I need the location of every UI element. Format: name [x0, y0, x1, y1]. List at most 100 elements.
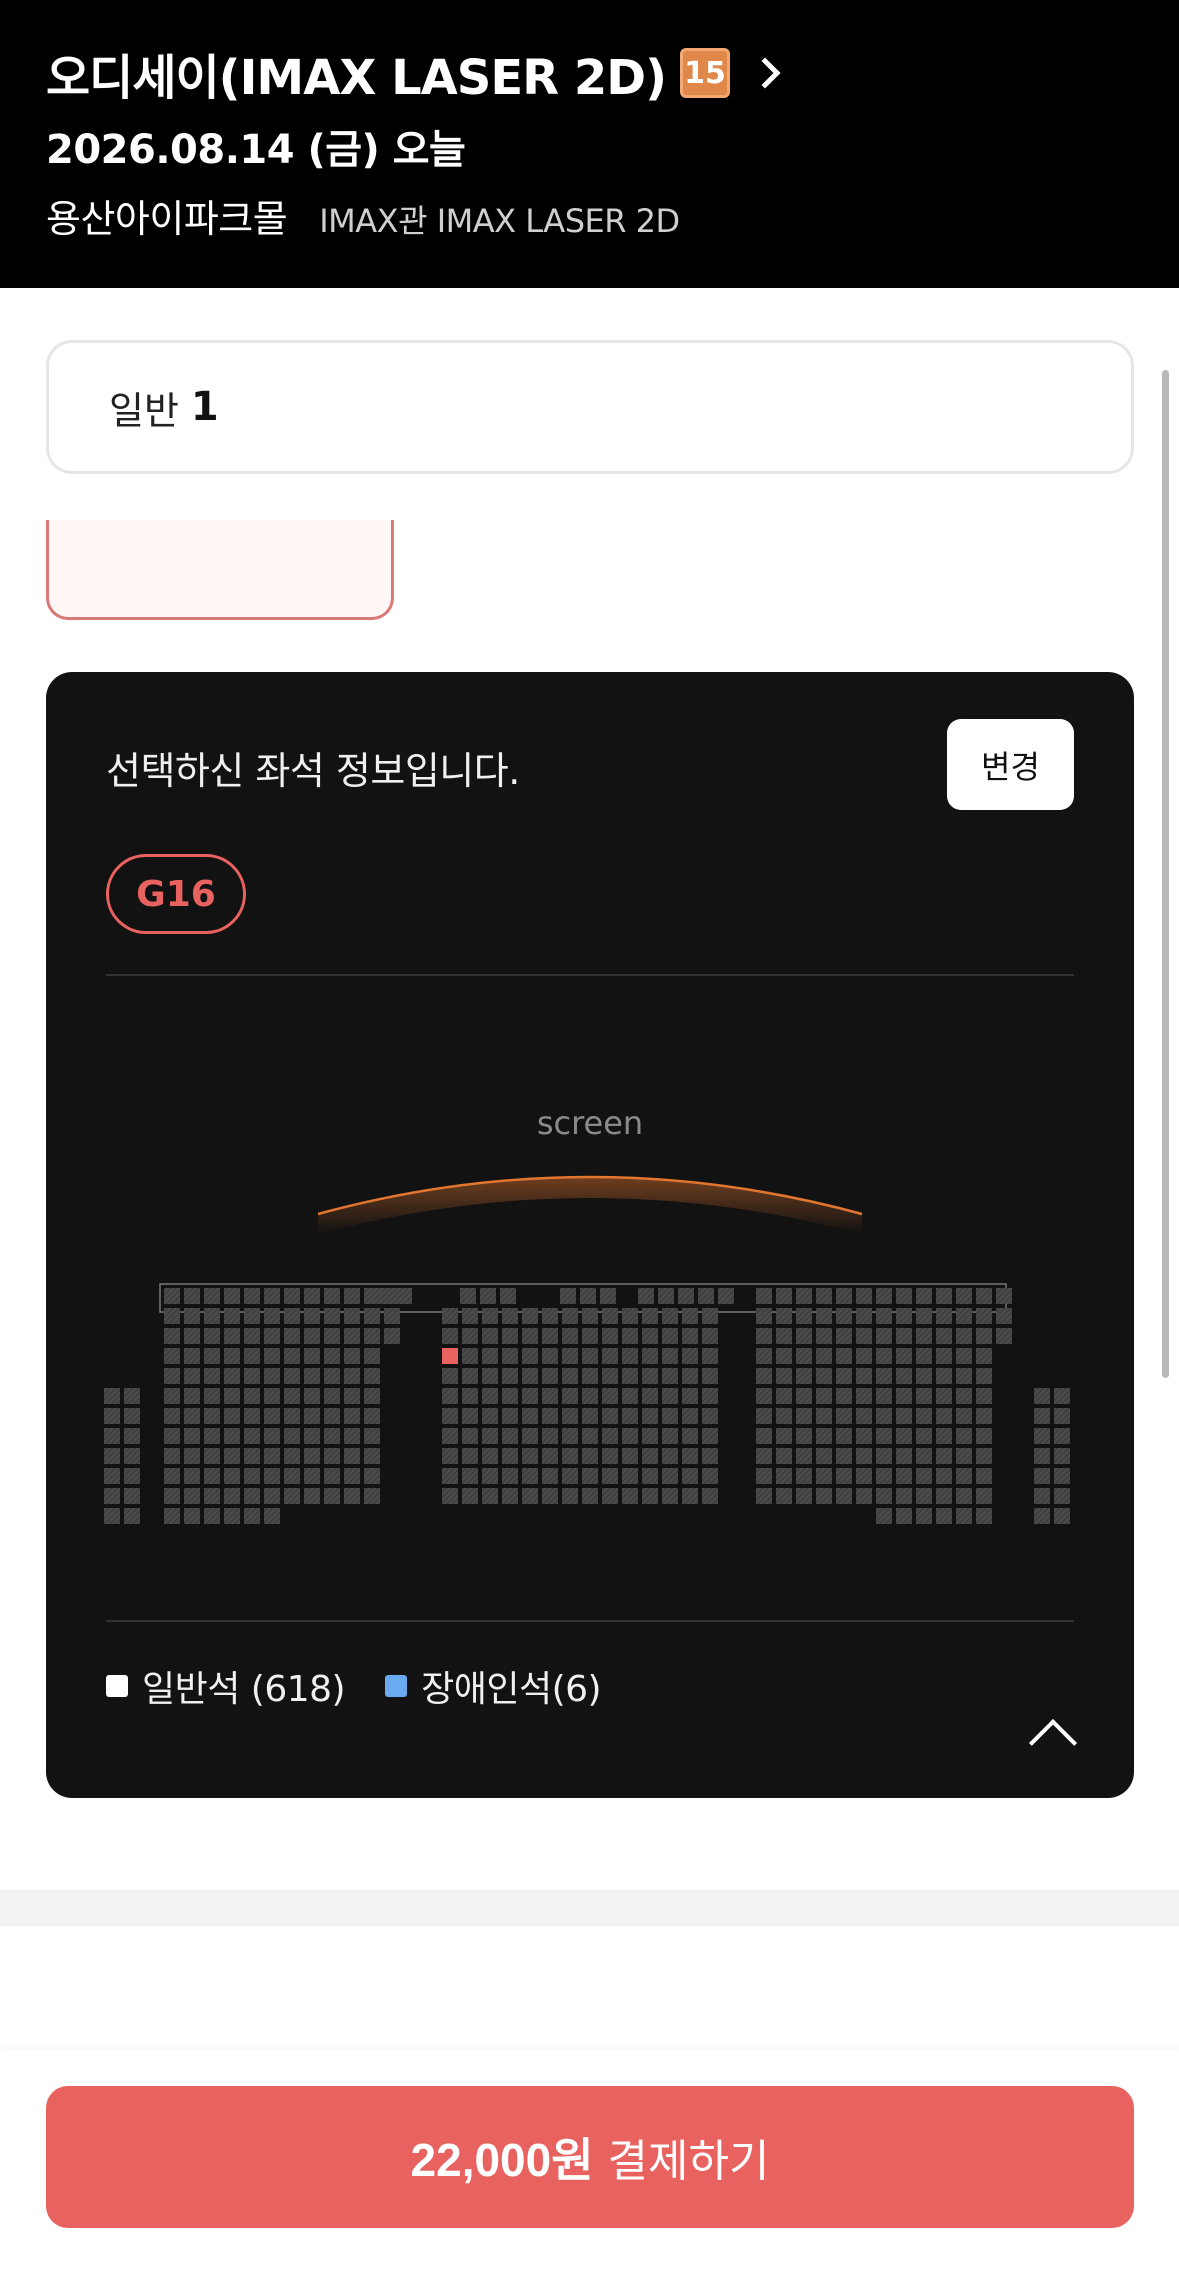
seat[interactable]	[542, 1468, 558, 1484]
seat[interactable]	[916, 1368, 932, 1384]
seat[interactable]	[542, 1368, 558, 1384]
seat[interactable]	[522, 1368, 538, 1384]
seat[interactable]	[364, 1428, 380, 1444]
seat[interactable]	[702, 1448, 718, 1464]
seat[interactable]	[244, 1508, 260, 1524]
seat[interactable]	[976, 1468, 992, 1484]
seat[interactable]	[500, 1288, 516, 1304]
seat[interactable]	[344, 1388, 360, 1404]
seat[interactable]	[284, 1448, 300, 1464]
seat[interactable]	[682, 1388, 698, 1404]
seat[interactable]	[502, 1408, 518, 1424]
seat[interactable]	[442, 1368, 458, 1384]
seat[interactable]	[324, 1408, 340, 1424]
seat[interactable]	[522, 1488, 538, 1504]
seat[interactable]	[324, 1308, 340, 1324]
seat[interactable]	[956, 1508, 972, 1524]
seat[interactable]	[836, 1328, 852, 1344]
seat[interactable]	[502, 1448, 518, 1464]
seat[interactable]	[1054, 1408, 1070, 1424]
seat[interactable]	[542, 1308, 558, 1324]
seat[interactable]	[204, 1368, 220, 1384]
seat[interactable]	[324, 1368, 340, 1384]
seat[interactable]	[284, 1408, 300, 1424]
seat[interactable]	[364, 1468, 380, 1484]
seat[interactable]	[662, 1448, 678, 1464]
seat[interactable]	[756, 1348, 772, 1364]
seat[interactable]	[244, 1388, 260, 1404]
chevron-up-icon[interactable]	[1028, 1718, 1078, 1768]
seat[interactable]	[104, 1428, 120, 1444]
seat[interactable]	[622, 1448, 638, 1464]
seat[interactable]	[442, 1468, 458, 1484]
seat[interactable]	[104, 1508, 120, 1524]
seat[interactable]	[482, 1388, 498, 1404]
seat[interactable]	[936, 1288, 952, 1304]
seat[interactable]	[776, 1408, 792, 1424]
seat[interactable]	[502, 1388, 518, 1404]
seat[interactable]	[796, 1408, 812, 1424]
seat[interactable]	[600, 1288, 616, 1304]
seat[interactable]	[776, 1328, 792, 1344]
seat[interactable]	[204, 1408, 220, 1424]
seat[interactable]	[662, 1408, 678, 1424]
seat[interactable]	[542, 1348, 558, 1364]
seat[interactable]	[856, 1468, 872, 1484]
seat[interactable]	[164, 1288, 180, 1304]
seat[interactable]	[304, 1308, 320, 1324]
seat[interactable]	[184, 1368, 200, 1384]
seat[interactable]	[522, 1388, 538, 1404]
seat[interactable]	[224, 1328, 240, 1344]
seat[interactable]	[482, 1308, 498, 1324]
seat[interactable]	[876, 1488, 892, 1504]
seat[interactable]	[936, 1508, 952, 1524]
seat[interactable]	[796, 1448, 812, 1464]
seat[interactable]	[876, 1508, 892, 1524]
seat[interactable]	[376, 1288, 392, 1304]
seat[interactable]	[956, 1408, 972, 1424]
seat[interactable]	[976, 1448, 992, 1464]
seat[interactable]	[482, 1348, 498, 1364]
seat[interactable]	[244, 1488, 260, 1504]
seat[interactable]	[896, 1368, 912, 1384]
seat[interactable]	[204, 1288, 220, 1304]
seat[interactable]	[562, 1328, 578, 1344]
seat[interactable]	[936, 1328, 952, 1344]
seat[interactable]	[582, 1348, 598, 1364]
seat[interactable]	[582, 1468, 598, 1484]
seat[interactable]	[702, 1468, 718, 1484]
seat[interactable]	[244, 1368, 260, 1384]
seat[interactable]	[816, 1388, 832, 1404]
seat[interactable]	[164, 1508, 180, 1524]
seat[interactable]	[836, 1308, 852, 1324]
seat[interactable]	[582, 1388, 598, 1404]
seat[interactable]	[602, 1468, 618, 1484]
seat[interactable]	[124, 1388, 140, 1404]
seat[interactable]	[204, 1428, 220, 1444]
seat[interactable]	[204, 1348, 220, 1364]
seat[interactable]	[384, 1308, 400, 1324]
seat[interactable]	[622, 1388, 638, 1404]
seat[interactable]	[304, 1348, 320, 1364]
seat[interactable]	[124, 1488, 140, 1504]
seat[interactable]	[956, 1448, 972, 1464]
seat[interactable]	[642, 1328, 658, 1344]
seat[interactable]	[836, 1348, 852, 1364]
seat[interactable]	[184, 1428, 200, 1444]
seat[interactable]	[184, 1408, 200, 1424]
seat[interactable]	[856, 1388, 872, 1404]
seat[interactable]	[896, 1468, 912, 1484]
seat[interactable]	[284, 1388, 300, 1404]
seat[interactable]	[204, 1328, 220, 1344]
seat[interactable]	[502, 1328, 518, 1344]
seat[interactable]	[442, 1408, 458, 1424]
seat[interactable]	[442, 1488, 458, 1504]
seat[interactable]	[344, 1368, 360, 1384]
seat[interactable]	[304, 1468, 320, 1484]
seat[interactable]	[856, 1348, 872, 1364]
seat[interactable]	[976, 1428, 992, 1444]
seat[interactable]	[856, 1288, 872, 1304]
seat[interactable]	[264, 1448, 280, 1464]
seat[interactable]	[304, 1388, 320, 1404]
seat[interactable]	[284, 1468, 300, 1484]
